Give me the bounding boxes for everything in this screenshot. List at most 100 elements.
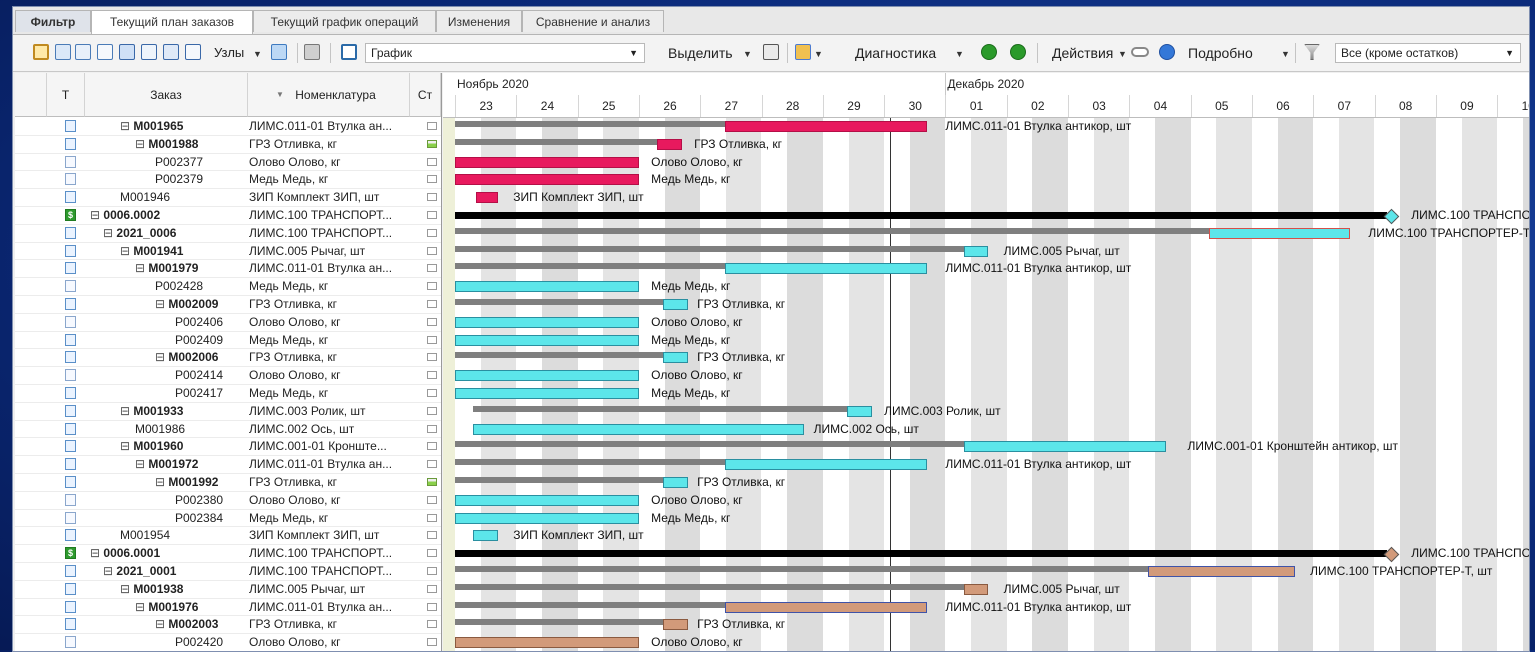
nomenclature-cell[interactable]: ЛИМС.005 Рычаг, шт [249,243,409,260]
task-bar[interactable] [455,370,639,382]
summary-bar[interactable] [455,212,1387,219]
chevron-down-icon[interactable]: ▼ [253,44,262,64]
task-bar[interactable] [663,477,688,488]
nomenclature-cell[interactable]: ЛИМС.001-01 Кронште... [249,438,409,455]
nomenclature-cell[interactable]: ЛИМС.011-01 Втулка ан... [249,456,409,473]
task-bar[interactable] [963,583,989,595]
task-bar[interactable] [455,156,639,168]
expand-toggle-icon[interactable]: ⊟ [90,208,103,222]
order-cell[interactable]: ⊟ 0006.0001 [90,545,160,562]
task-bar[interactable] [724,121,927,132]
table-row[interactable]: ⊟ M001988 ГРЗ Отливка, кг [15,136,441,154]
filter-funnel-icon[interactable] [1304,44,1320,60]
column-header-status[interactable]: Ст [410,73,441,117]
filter-combo[interactable]: Все (кроме остатков) ▼ [1335,43,1521,63]
order-cell[interactable]: P002380 [175,492,223,509]
order-cell[interactable]: M001986 [135,421,185,438]
actions-dropdown[interactable]: Действия [1052,43,1113,63]
down-arrow-icon[interactable] [1010,44,1026,60]
dependency-link[interactable] [455,459,725,466]
grid-icon[interactable] [75,44,91,60]
table-row[interactable]: ⊟ M002003 ГРЗ Отливка, кг [15,616,441,635]
expand-toggle-icon[interactable]: ⊟ [120,582,133,596]
order-cell[interactable]: ⊟ M001933 [120,403,183,420]
dependency-link[interactable] [455,566,1148,572]
chevron-down-icon[interactable]: ▼ [955,44,964,64]
task-bar[interactable] [455,494,639,506]
task-bar[interactable] [476,192,498,204]
dependency-link[interactable] [455,299,664,305]
nomenclature-cell[interactable]: ЛИМС.011-01 Втулка ан... [249,260,409,277]
order-cell[interactable]: ⊟ M001972 [135,456,198,473]
task-bar[interactable] [1147,566,1295,577]
nomenclature-cell[interactable]: ГРЗ Отливка, кг [249,616,409,633]
expand-toggle-icon[interactable]: ⊟ [120,119,133,133]
select-cursor-icon[interactable] [763,44,779,60]
table-row[interactable]: P002409 Медь Медь, кг [15,332,441,350]
nomenclature-cell[interactable]: ЛИМС.002 Ось, шт [249,421,409,438]
order-cell[interactable]: P002428 [155,278,203,295]
key-icon[interactable] [33,44,49,60]
order-cell[interactable]: P002379 [155,171,203,188]
task-bar[interactable] [963,441,1167,453]
task-bar[interactable] [724,459,927,471]
chevron-down-icon[interactable]: ▼ [814,44,823,64]
column-header-order[interactable]: Заказ [85,73,248,117]
panel-icon[interactable] [141,44,157,60]
link-icon[interactable] [1131,47,1149,57]
order-cell[interactable]: ⊟ M002003 [155,616,218,633]
nomenclature-cell[interactable]: ЛИМС.003 Ролик, шт [249,403,409,420]
order-cell[interactable]: P002377 [155,154,203,171]
view-combo[interactable]: График ▼ [365,43,645,63]
nomenclature-cell[interactable]: ЛИМС.100 ТРАНСПОРТ... [249,207,409,224]
expand-toggle-icon[interactable]: ⊟ [155,475,168,489]
table-row[interactable]: ⊟ M001976 ЛИМС.011-01 Втулка ан... [15,599,441,617]
task-bar[interactable] [455,388,639,399]
order-cell[interactable]: ⊟ M002006 [155,349,218,366]
nomenclature-cell[interactable]: Медь Медь, кг [249,510,409,527]
nomenclature-cell[interactable]: ГРЗ Отливка, кг [249,296,409,313]
order-cell[interactable]: ⊟ M001965 [120,118,183,135]
nomenclature-cell[interactable]: ГРЗ Отливка, кг [249,474,409,491]
collapse-icon[interactable] [97,44,113,60]
task-bar[interactable] [663,619,688,631]
order-cell[interactable]: ⊟ M001960 [120,438,183,455]
table-row[interactable]: ⊟ 2021_0001 ЛИМС.100 ТРАНСПОРТ... [15,563,441,581]
task-bar[interactable] [473,423,805,435]
nomenclature-cell[interactable]: ГРЗ Отливка, кг [249,136,409,153]
table-row[interactable]: ⊟ M002006 ГРЗ Отливка, кг [15,349,441,368]
nomenclature-cell[interactable]: ЛИМС.100 ТРАНСПОРТ... [249,225,409,242]
table-row[interactable]: ⊟ M001979 ЛИМС.011-01 Втулка ан... [15,260,441,279]
order-cell[interactable]: M001946 [120,189,170,206]
table-row[interactable]: ⊟ M001941 ЛИМС.005 Рычаг, шт [15,243,441,261]
chevron-down-icon[interactable]: ▼ [1118,44,1127,64]
nomenclature-cell[interactable]: Медь Медь, кг [249,171,409,188]
tab-current-operations-schedule[interactable]: Текущий график операций [253,10,436,32]
calendar-icon[interactable] [163,44,179,60]
details-dropdown[interactable]: Подробно [1188,43,1253,63]
table-row[interactable]: P002379 Медь Медь, кг [15,171,441,190]
order-cell[interactable]: ⊟ M001976 [135,599,198,616]
task-bar[interactable] [455,512,639,524]
nomenclature-cell[interactable]: Олово Олово, кг [249,367,409,384]
tab-current-order-plan[interactable]: Текущий план заказов [91,10,253,34]
info-icon[interactable] [1159,44,1175,60]
table-row[interactable]: ⊟ M001938 ЛИМС.005 Рычаг, шт [15,581,441,599]
nomenclature-cell[interactable]: ЛИМС.100 ТРАНСПОРТ... [249,545,409,562]
task-bar[interactable] [455,334,639,346]
order-cell[interactable]: ⊟ 2021_0001 [103,563,176,580]
chevron-down-icon[interactable]: ▼ [743,44,752,64]
table-row[interactable]: M001954 ЗИП Комплект ЗИП, шт [15,527,441,546]
order-cell[interactable]: ⊟ M001938 [120,581,183,598]
order-cell[interactable]: P002420 [175,634,223,651]
task-bar[interactable] [663,299,688,310]
nomenclature-cell[interactable]: ЛИМС.100 ТРАНСПОРТ... [249,563,409,580]
expand-toggle-icon[interactable]: ⊟ [155,617,168,631]
nomenclature-cell[interactable]: Олово Олово, кг [249,492,409,509]
nomenclature-cell[interactable]: Олово Олово, кг [249,314,409,331]
select-dropdown[interactable]: Выделить [668,43,733,63]
dependency-link[interactable] [455,263,725,270]
dependency-link[interactable] [455,227,1209,234]
expand-toggle-icon[interactable]: ⊟ [135,137,148,151]
table-icon[interactable] [55,44,71,60]
